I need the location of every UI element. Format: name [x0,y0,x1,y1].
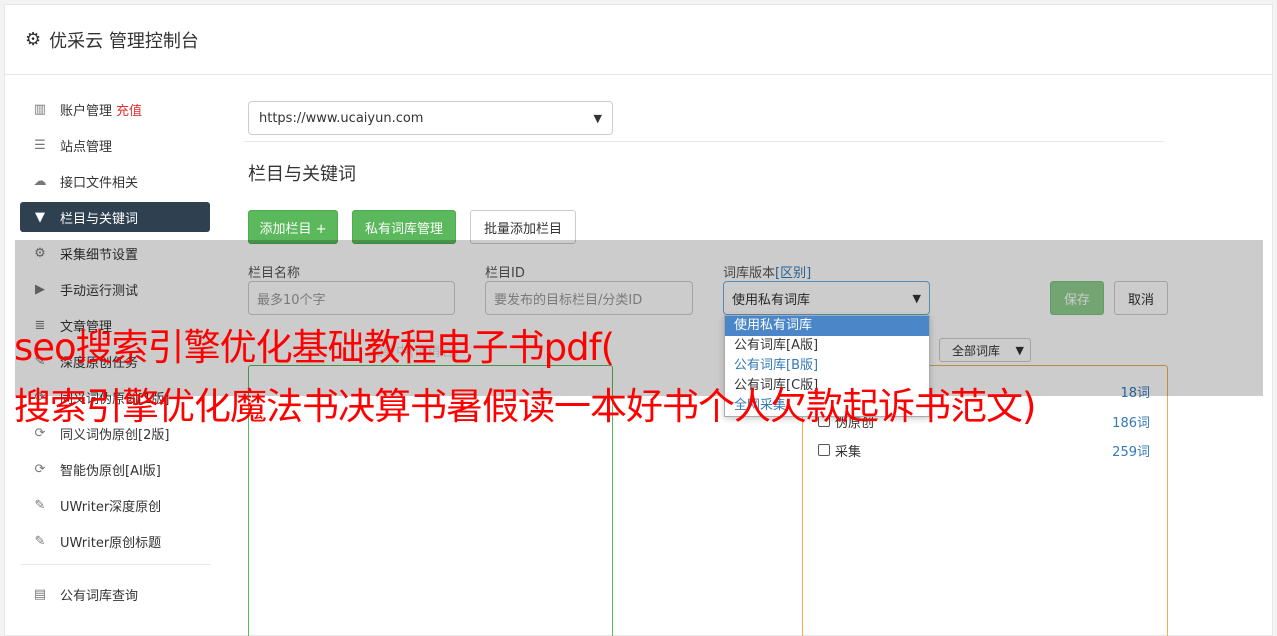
lib-name: 采集 [835,444,862,460]
site-select[interactable]: https://www.ucaiyun.com ▼ [248,101,613,135]
section-title: 栏目与关键词 [248,164,356,185]
console-title: 优采云 管理控制台 [49,30,199,52]
sidebar-item-label: UWriter深度原创 [60,499,162,515]
dropdown-option[interactable]: 公有词库[A版] [725,336,929,356]
sidebar-item-sites[interactable]: ☰ 站点管理 [20,130,210,160]
console-header: ⚙ 优采云 管理控制台 [5,5,1272,75]
overlay-title-line-2: 搜索引擎优化魔法书决算书暑假读一本好书个人欠款起诉书范文) [14,382,1036,432]
sidebar-item-columns[interactable]: ▼ 栏目与关键词 [20,202,210,232]
batch-add-button[interactable]: 批量添加栏目 [470,210,576,244]
refresh-icon: ⟳ [34,461,46,477]
sidebar-item-label: 接口文件相关 [60,175,139,191]
book-icon: ▤ [33,586,47,602]
sidebar-item-ai-rewrite[interactable]: ⟳ 智能伪原创[AI版] [20,454,210,484]
sidebar-item-interface[interactable]: ☁ 接口文件相关 [20,166,210,196]
sidebar-item-uwriter-title[interactable]: ✎ UWriter原创标题 [20,526,210,556]
filter-icon: ▼ [35,209,45,225]
add-column-button[interactable]: 添加栏目 + [248,210,338,244]
overlay-text: seo搜索引擎优化基础教程电子书pdf( [14,326,615,369]
overlay-text: 搜索引擎优化魔法书决算书暑假读一本好书个人欠款起诉书范文) [14,385,1036,428]
lib-count[interactable]: 259词 [1112,441,1150,460]
dropdown-option[interactable]: 公有词库[B版] [725,356,929,376]
recharge-link[interactable]: 充值 [116,100,142,119]
chevron-down-icon: ▼ [593,111,602,125]
sidebar-item-label: UWriter原创标题 [60,535,162,551]
private-lib-button[interactable]: 私有词库管理 [352,210,456,244]
edit-icon: ✎ [34,497,46,513]
sidebar-item-label: 站点管理 [60,139,113,155]
edit-icon: ✎ [34,533,46,549]
server-icon: ☰ [34,137,46,153]
checkbox[interactable] [818,444,830,456]
gear-icon: ⚙ [25,29,42,50]
sidebar-item-account[interactable]: ▥ 账户管理 充值 [20,94,210,124]
sidebar-item-label: 栏目与关键词 [60,211,139,227]
cloud-upload-icon: ☁ [33,173,47,189]
sidebar-item-public-lib[interactable]: ▤ 公有词库查询 [20,579,210,609]
sidebar-item-label: 智能伪原创[AI版] [60,463,161,479]
divider [244,141,1164,142]
dropdown-option[interactable]: 使用私有词库 [725,316,929,336]
bar-chart-icon: ▥ [33,101,47,117]
sidebar-item-label: 账户管理 [60,103,113,119]
sidebar-divider [20,564,210,565]
lib-row[interactable]: 采集 259词 [818,440,1150,460]
overlay-title-line-1: seo搜索引擎优化基础教程电子书pdf( [14,323,615,373]
lib-count[interactable]: 186词 [1112,412,1150,431]
site-select-value: https://www.ucaiyun.com [259,110,424,126]
sidebar-item-label: 公有词库查询 [60,588,139,604]
sidebar-item-uwriter[interactable]: ✎ UWriter深度原创 [20,490,210,520]
